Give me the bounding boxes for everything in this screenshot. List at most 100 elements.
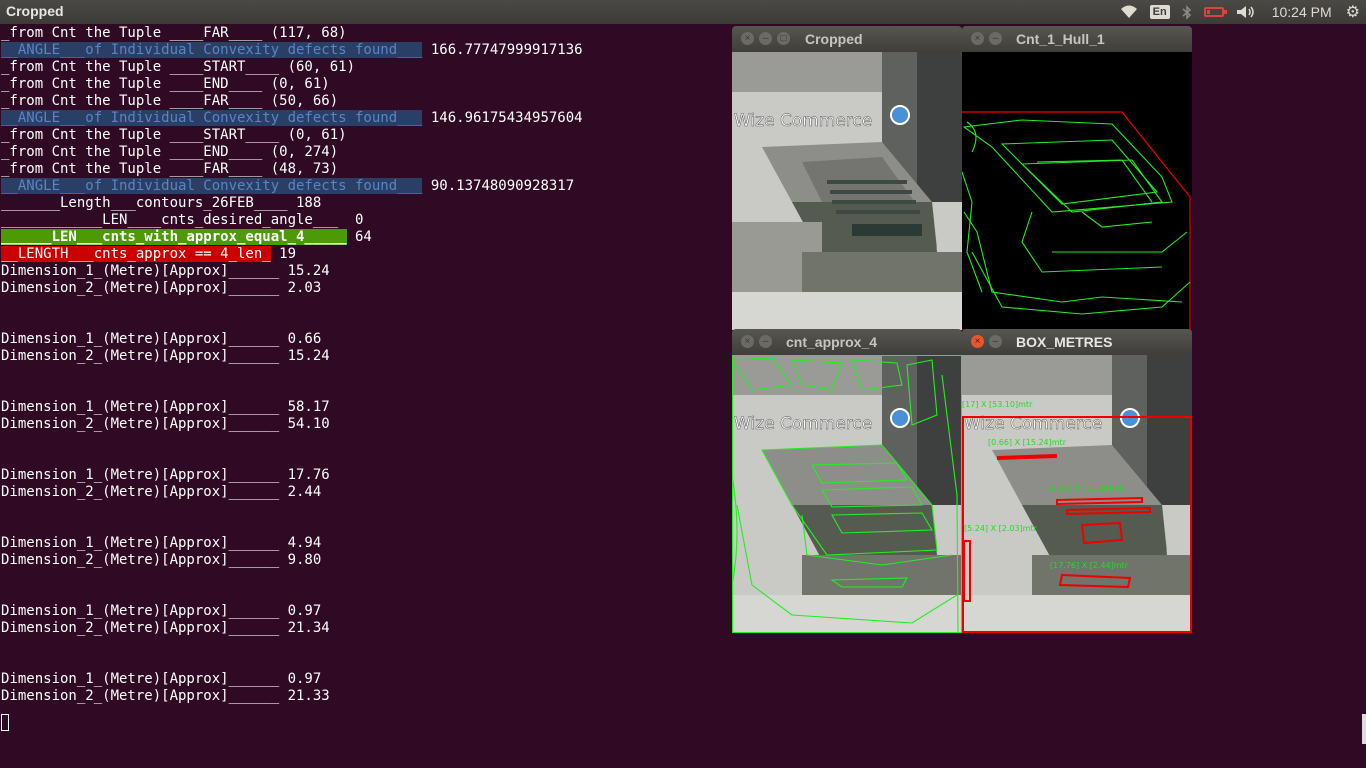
window-title: Cropped — [805, 31, 863, 47]
terminal-line: _from Cnt the Tuple ____START____ (60, 6… — [1, 59, 355, 76]
active-app-title: Cropped — [6, 3, 64, 19]
box-metres-image: Wize Commerce [17] X [53.10]mtr [0.66] X… — [962, 355, 1192, 633]
map-label: Wize Commerce — [734, 414, 872, 434]
terminal-value: 90.13748090928317 — [422, 178, 575, 194]
terminal-highlight-green: ______LEN___cnts_with_approx_equal_4____… — [1, 229, 347, 245]
window-titlebar[interactable]: × – Cnt_1_Hull_1 — [962, 26, 1192, 52]
window-title: Cnt_1_Hull_1 — [1016, 31, 1105, 47]
terminal-line: Dimension_2_(Metre)[Approx]______ 21.33 — [1, 688, 330, 705]
window-titlebar[interactable]: × – □ Cropped — [732, 26, 962, 52]
gear-icon[interactable]: ⚙ — [1346, 0, 1360, 24]
terminal-line: Dimension_2_(Metre)[Approx]______ 9.80 — [1, 552, 321, 569]
terminal-text: Dimension_2_(Metre)[Approx]______ 9.80 — [1, 552, 322, 568]
terminal-line: Dimension_1_(Metre)[Approx]______ 0.66 — [1, 331, 321, 348]
window-cropped[interactable]: × – □ Cropped Wize Commerce — [732, 26, 962, 330]
window-hull[interactable]: × – Cnt_1_Hull_1 — [962, 26, 1192, 330]
box-dimension-label: [17.76] X [2.44]mtr — [1050, 561, 1129, 570]
terminal-line: _from Cnt the Tuple ____FAR____ (50, 66) — [1, 93, 338, 110]
minimize-icon[interactable]: – — [759, 32, 772, 45]
terminal-value: 64 — [346, 229, 372, 245]
terminal-line: Dimension_1_(Metre)[Approx]______ 58.17 — [1, 399, 330, 416]
close-icon[interactable]: × — [741, 32, 754, 45]
terminal-highlight-blue: __ANGLE___of Individual Convexity defect… — [1, 42, 423, 58]
box-dimension-label: [0.97] X [21.34]mtr — [1048, 484, 1127, 493]
minimize-icon[interactable]: – — [989, 32, 1002, 45]
terminal-text: _from Cnt the Tuple ____FAR____ (117, 68… — [1, 25, 347, 41]
terminal-text: Dimension_1_(Metre)[Approx]______ 0.66 — [1, 331, 322, 347]
terminal-text: Dimension_2_(Metre)[Approx]______ 21.33 — [1, 688, 330, 704]
terminal-text: Dimension_1_(Metre)[Approx]______ 17.76 — [1, 467, 330, 483]
terminal-text: _from Cnt the Tuple ____END____ (0, 61) — [1, 76, 330, 92]
terminal-text: Dimension_2_(Metre)[Approx]______ 2.44 — [1, 484, 322, 500]
map-label: Wize Commerce — [734, 111, 872, 131]
volume-icon[interactable] — [1236, 0, 1256, 24]
terminal-line: Dimension_1_(Metre)[Approx]______ 15.24 — [1, 263, 330, 280]
minimize-icon[interactable]: – — [759, 335, 772, 348]
top-panel: Cropped En 10:24 PM ⚙ — [0, 0, 1366, 24]
terminal-text: Dimension_2_(Metre)[Approx]______ 54.10 — [1, 416, 330, 432]
terminal-line: __LENGTH___cnts_approx == 4_len_ 19 — [1, 246, 296, 263]
terminal-text: Dimension_1_(Metre)[Approx]______ 4.94 — [1, 535, 322, 551]
terminal-text: Dimension_2_(Metre)[Approx]______ 21.34 — [1, 620, 330, 636]
terminal-text: _______Length___contours_26FEB____ 188 — [1, 195, 322, 211]
terminal-text: _from Cnt the Tuple ____START____ (0, 61… — [1, 127, 347, 143]
terminal-line: _from Cnt the Tuple ____START____ (0, 61… — [1, 127, 347, 144]
terminal-text: Dimension_1_(Metre)[Approx]______ 58.17 — [1, 399, 330, 415]
terminal-highlight-red: __LENGTH___cnts_approx == 4_len_ — [1, 246, 271, 262]
close-icon[interactable]: × — [741, 335, 754, 348]
terminal-line: Dimension_1_(Metre)[Approx]______ 0.97 — [1, 671, 321, 688]
terminal-line: __ANGLE___of Individual Convexity defect… — [1, 42, 583, 59]
terminal-highlight-blue: __ANGLE___of Individual Convexity defect… — [1, 110, 423, 126]
terminal-line: Dimension_1_(Metre)[Approx]______ 0.97 — [1, 603, 321, 620]
terminal-line: _from Cnt the Tuple ____FAR____ (48, 73) — [1, 161, 338, 178]
terminal-line: _from Cnt the Tuple ____END____ (0, 274) — [1, 144, 338, 161]
box-dimension-label: [5.24] X [2.03]mtr — [964, 524, 1038, 533]
terminal-value: 146.96175434957604 — [422, 110, 583, 126]
battery-icon[interactable] — [1203, 0, 1227, 24]
terminal-value: 166.77747999917136 — [422, 42, 583, 58]
map-pin-icon — [890, 408, 910, 428]
terminal-line: _______Length___contours_26FEB____ 188 — [1, 195, 321, 212]
close-icon[interactable]: × — [971, 335, 984, 348]
terminal-line: Dimension_1_(Metre)[Approx]______ 17.76 — [1, 467, 330, 484]
terminal-highlight-blue: __ANGLE___of Individual Convexity defect… — [1, 178, 423, 194]
terminal-text: _from Cnt the Tuple ____START____ (60, 6… — [1, 59, 356, 75]
cropped-image: Wize Commerce — [732, 52, 962, 330]
maximize-icon[interactable]: □ — [777, 32, 790, 45]
terminal-line: __ANGLE___of Individual Convexity defect… — [1, 178, 574, 195]
terminal-text: Dimension_2_(Metre)[Approx]______ 15.24 — [1, 348, 330, 364]
terminal-line: Dimension_2_(Metre)[Approx]______ 21.34 — [1, 620, 330, 637]
approx-image: Wize Commerce — [732, 355, 962, 633]
window-box-metres[interactable]: × – BOX_METRES Wize Commerce [17] X [53.… — [962, 329, 1192, 633]
minimize-icon[interactable]: – — [989, 335, 1002, 348]
terminal-output[interactable]: _from Cnt the Tuple ____FAR____ (117, 68… — [0, 24, 730, 768]
terminal-text: _from Cnt the Tuple ____END____ (0, 274) — [1, 144, 339, 160]
window-titlebar[interactable]: × – BOX_METRES — [962, 329, 1192, 355]
box-dimension-label: [0.66] X [15.24]mtr — [988, 438, 1067, 447]
close-icon[interactable]: × — [971, 32, 984, 45]
terminal-text: _from Cnt the Tuple ____FAR____ (48, 73) — [1, 161, 339, 177]
system-tray: En 10:24 PM ⚙ — [1114, 0, 1366, 24]
terminal-line: Dimension_2_(Metre)[Approx]______ 54.10 — [1, 416, 330, 433]
clock[interactable]: 10:24 PM — [1272, 4, 1332, 20]
terminal-cursor — [1, 714, 9, 731]
terminal-text: _from Cnt the Tuple ____FAR____ (50, 66) — [1, 93, 339, 109]
bounding-box — [996, 454, 1058, 460]
terminal-line: Dimension_2_(Metre)[Approx]______ 2.03 — [1, 280, 321, 297]
window-title: cnt_approx_4 — [786, 334, 878, 350]
terminal-text: ____________LEN____cnts_desired_angle___… — [1, 212, 364, 228]
terminal-text: Dimension_1_(Metre)[Approx]______ 0.97 — [1, 671, 322, 687]
window-cnt-approx[interactable]: × – cnt_approx_4 Wize Commerce — [732, 329, 962, 633]
window-titlebar[interactable]: × – cnt_approx_4 — [732, 329, 962, 355]
wifi-icon[interactable] — [1120, 0, 1138, 24]
bluetooth-icon[interactable] — [1182, 0, 1192, 24]
box-dimension-label: [17] X [53.10]mtr — [962, 400, 1033, 409]
terminal-line: ______LEN___cnts_with_approx_equal_4____… — [1, 229, 372, 246]
terminal-scrollbar[interactable] — [1362, 714, 1366, 744]
terminal-line: Dimension_1_(Metre)[Approx]______ 4.94 — [1, 535, 321, 552]
terminal-line: _from Cnt the Tuple ____END____ (0, 61) — [1, 76, 330, 93]
map-pin-icon — [890, 105, 910, 125]
terminal-line: ____________LEN____cnts_desired_angle___… — [1, 212, 363, 229]
terminal-value: 19 — [270, 246, 297, 262]
keyboard-layout-indicator[interactable]: En — [1149, 0, 1170, 24]
